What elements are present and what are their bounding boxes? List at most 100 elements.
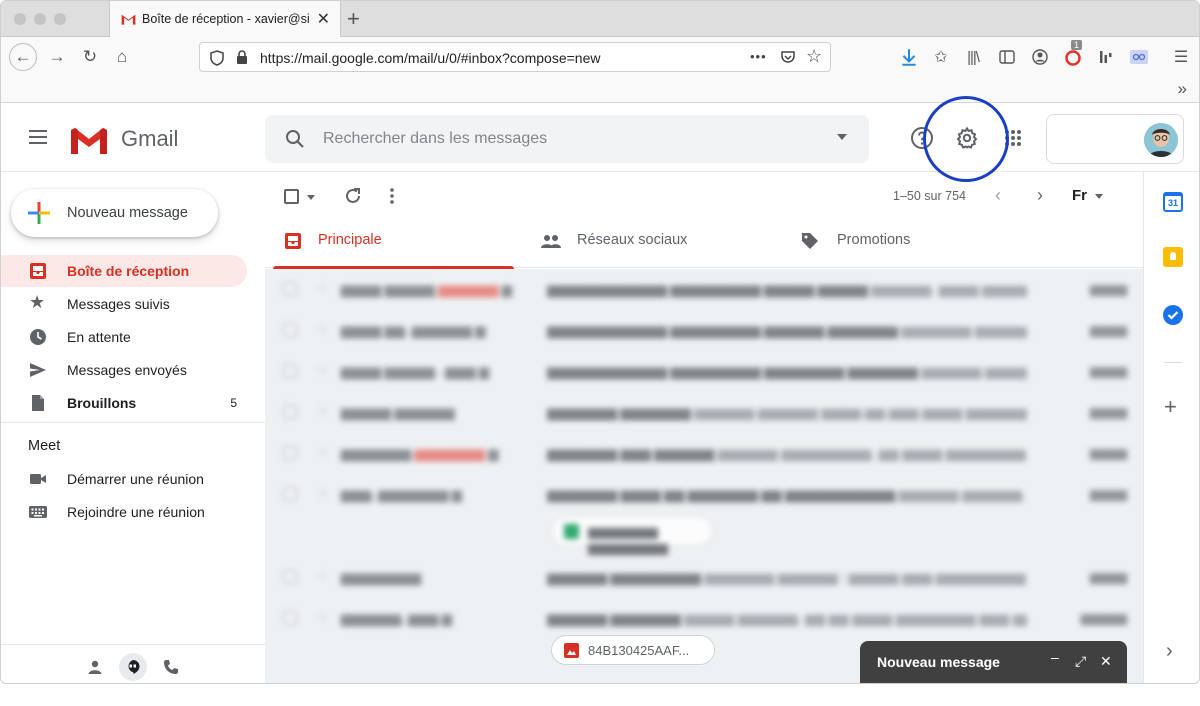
- reload-icon[interactable]: ↻: [76, 43, 104, 71]
- overflow-chevron-icon[interactable]: »: [1178, 79, 1187, 99]
- url-text[interactable]: https://mail.google.com/mail/u/0/#inbox?…: [260, 50, 600, 66]
- row-checkbox[interactable]: [283, 323, 297, 337]
- attachment-chip[interactable]: 84B130425AAF...: [551, 635, 715, 665]
- account-icon[interactable]: [1030, 47, 1050, 67]
- sidebar-toggle-icon[interactable]: [997, 47, 1017, 67]
- list-item[interactable]: ☆ ▆▆▆▆ ▆▆. ▆▆▆▆▆▆ ▆ ▆▆▆▆▆▆▆▆▆▆▆▆ ▆▆▆▆▆▆▆…: [265, 310, 1143, 350]
- bars-extension-icon[interactable]: [1096, 47, 1116, 67]
- row-checkbox[interactable]: [283, 282, 297, 296]
- compose-button[interactable]: Nouveau message: [11, 189, 218, 237]
- row-star-icon[interactable]: ☆: [317, 609, 329, 625]
- sidebar-item-sent[interactable]: Messages envoyés: [1, 354, 247, 386]
- account-switcher[interactable]: [1046, 114, 1184, 164]
- row-subject: ▆▆▆▆▆▆ ▆▆▆▆▆▆▆ ▆▆▆▆▆ ▆▆▆▆▆▆, ▆▆ ▆▆ ▆▆▆▆ …: [547, 611, 1027, 626]
- glasses-extension-icon[interactable]: [1129, 47, 1149, 67]
- tab-label: Réseaux sociaux: [577, 232, 688, 248]
- page-actions-icon[interactable]: •••: [750, 49, 767, 64]
- search-bar[interactable]: Rechercher dans les messages: [265, 115, 869, 163]
- sidebar-item-drafts[interactable]: Brouillons 5: [1, 387, 247, 419]
- extension-badge: 1: [1071, 40, 1083, 50]
- keep-icon[interactable]: [1163, 247, 1183, 267]
- sidebar-item-snoozed[interactable]: En attente: [1, 321, 247, 353]
- window-zoom-button[interactable]: [54, 13, 66, 25]
- search-input[interactable]: Rechercher dans les messages: [323, 130, 547, 148]
- tab-promotions[interactable]: Promotions: [793, 218, 1043, 268]
- tab-social[interactable]: Réseaux sociaux: [533, 218, 783, 268]
- list-item[interactable]: ☆ ▆▆▆▆▆ ▆▆▆▆▆▆ ▆▆▆▆▆▆▆ ▆▆▆▆▆▆▆ ▆▆▆▆▆▆ ▆▆…: [265, 392, 1143, 432]
- url-bar[interactable]: https://mail.google.com/mail/u/0/#inbox?…: [199, 42, 831, 72]
- row-checkbox[interactable]: [283, 611, 297, 625]
- row-star-icon[interactable]: ☆: [317, 485, 329, 501]
- close-icon[interactable]: ✕: [1100, 653, 1112, 670]
- forward-icon[interactable]: →: [43, 43, 71, 71]
- list-item[interactable]: ☆ ▆▆▆▆▆▆, ▆▆▆ ▆ ▆▆▆▆▆▆ ▆▆▆▆▆▆▆ ▆▆▆▆▆ ▆▆▆…: [265, 598, 1143, 638]
- sidebar-item-starred[interactable]: ★ Messages suivis: [1, 288, 247, 320]
- search-options-icon[interactable]: [837, 134, 847, 140]
- meet-join-meeting[interactable]: Rejoindre une réunion: [1, 496, 247, 528]
- attachment-chip-blurred[interactable]: ▆▆▆▆▆▆▆ ▆▆▆▆▆▆▆▆: [551, 516, 713, 555]
- show-side-panel-icon[interactable]: ›: [1166, 640, 1173, 663]
- hangouts-tab[interactable]: [119, 653, 147, 681]
- select-all-checkbox[interactable]: [284, 189, 299, 204]
- tab-label: Promotions: [837, 232, 911, 248]
- library-icon[interactable]: |||\: [963, 47, 983, 67]
- home-icon[interactable]: ⌂: [108, 43, 136, 71]
- row-star-icon[interactable]: ☆: [317, 403, 329, 419]
- input-language-button[interactable]: Fr: [1072, 187, 1087, 204]
- select-options-icon[interactable]: [307, 195, 315, 200]
- back-icon[interactable]: ←: [9, 43, 37, 71]
- lock-icon[interactable]: [236, 50, 248, 65]
- avatar[interactable]: [1144, 123, 1178, 157]
- phone-icon[interactable]: [163, 659, 179, 675]
- row-checkbox[interactable]: [283, 364, 297, 378]
- list-item[interactable]: ☆ ▆▆▆▆ ▆▆▆▆▆ . ▆▆▆ ▆ ▆▆▆▆▆▆▆▆▆▆▆▆ ▆▆▆▆▆▆…: [265, 351, 1143, 391]
- tag-icon: [802, 233, 818, 249]
- search-icon[interactable]: [285, 129, 305, 149]
- list-item[interactable]: ☆ ▆▆▆, ▆▆▆▆▆▆▆ ▆ ▆▆▆▆▆▆▆ ▆▆▆▆ ▆▆ ▆▆▆▆▆▆▆…: [265, 474, 1143, 556]
- window-minimize-button[interactable]: [34, 13, 46, 25]
- row-star-icon[interactable]: ☆: [317, 280, 329, 296]
- row-checkbox[interactable]: [283, 405, 297, 419]
- row-checkbox[interactable]: [283, 446, 297, 460]
- previous-page-icon[interactable]: ‹: [995, 185, 1001, 206]
- browser-tab[interactable]: Boîte de réception - xavier@sig ✕: [109, 1, 341, 37]
- more-options-icon[interactable]: [389, 187, 395, 205]
- tab-primary[interactable]: Principale: [273, 218, 523, 269]
- row-checkbox[interactable]: [283, 570, 297, 584]
- send-icon: [30, 363, 46, 377]
- expand-icon[interactable]: ⤢: [1075, 653, 1086, 670]
- refresh-icon[interactable]: [344, 187, 362, 205]
- row-star-icon[interactable]: ☆: [317, 444, 329, 460]
- main-menu-icon[interactable]: [29, 130, 47, 144]
- window-close-button[interactable]: [14, 13, 26, 25]
- minimize-icon[interactable]: –: [1051, 649, 1059, 665]
- opera-extension-icon[interactable]: 1: [1063, 40, 1083, 67]
- language-options-icon[interactable]: [1095, 194, 1103, 199]
- next-page-icon[interactable]: ›: [1037, 185, 1043, 206]
- row-star-icon[interactable]: ☆: [317, 321, 329, 337]
- row-star-icon[interactable]: ☆: [317, 568, 329, 584]
- mail-list: ☆ ▆▆▆▆ ▆▆▆▆▆ ▆▆▆▆▆▆ ▆ ▆▆▆▆▆▆▆▆▆▆▆▆ ▆▆▆▆▆…: [265, 269, 1143, 683]
- reading-list-icon[interactable]: ✩: [931, 47, 951, 67]
- bookmark-star-icon[interactable]: ☆: [806, 46, 822, 67]
- menu-icon[interactable]: ☰: [1171, 47, 1191, 67]
- list-item[interactable]: ☆ ▆▆▆▆ ▆▆▆▆▆ ▆▆▆▆▆▆ ▆ ▆▆▆▆▆▆▆▆▆▆▆▆ ▆▆▆▆▆…: [265, 269, 1143, 309]
- list-item[interactable]: ☆ ▆▆▆▆▆▆▆ ▆▆▆▆▆▆▆ ▆ ▆▆▆▆▆▆▆ ▆▆▆ ▆▆▆▆▆▆ ▆…: [265, 433, 1143, 473]
- hangouts-icon: [128, 660, 140, 674]
- tab-close-icon[interactable]: ✕: [317, 9, 330, 29]
- sidebar-item-inbox[interactable]: Boîte de réception: [1, 255, 247, 287]
- list-item[interactable]: ☆ ▆▆▆▆▆▆▆▆ ▆▆▆▆▆▆ ▆▆▆▆▆▆▆▆▆ ▆▆▆▆▆▆▆ ▆▆▆▆…: [265, 557, 1143, 597]
- calendar-icon[interactable]: 31: [1163, 192, 1183, 212]
- add-addon-icon[interactable]: +: [1164, 394, 1177, 420]
- meet-start-meeting[interactable]: Démarrer une réunion: [1, 463, 247, 495]
- pocket-icon[interactable]: [780, 49, 796, 65]
- gmail-logo-icon[interactable]: [69, 126, 109, 156]
- compose-window-minimized[interactable]: Nouveau message – ⤢ ✕: [860, 641, 1127, 683]
- row-star-icon[interactable]: ☆: [317, 362, 329, 378]
- new-tab-icon[interactable]: +: [347, 6, 360, 32]
- downloads-icon[interactable]: [899, 47, 919, 67]
- tasks-icon[interactable]: [1163, 305, 1183, 325]
- shield-icon[interactable]: [210, 50, 224, 66]
- row-checkbox[interactable]: [283, 487, 297, 501]
- contacts-person-icon[interactable]: [87, 659, 103, 675]
